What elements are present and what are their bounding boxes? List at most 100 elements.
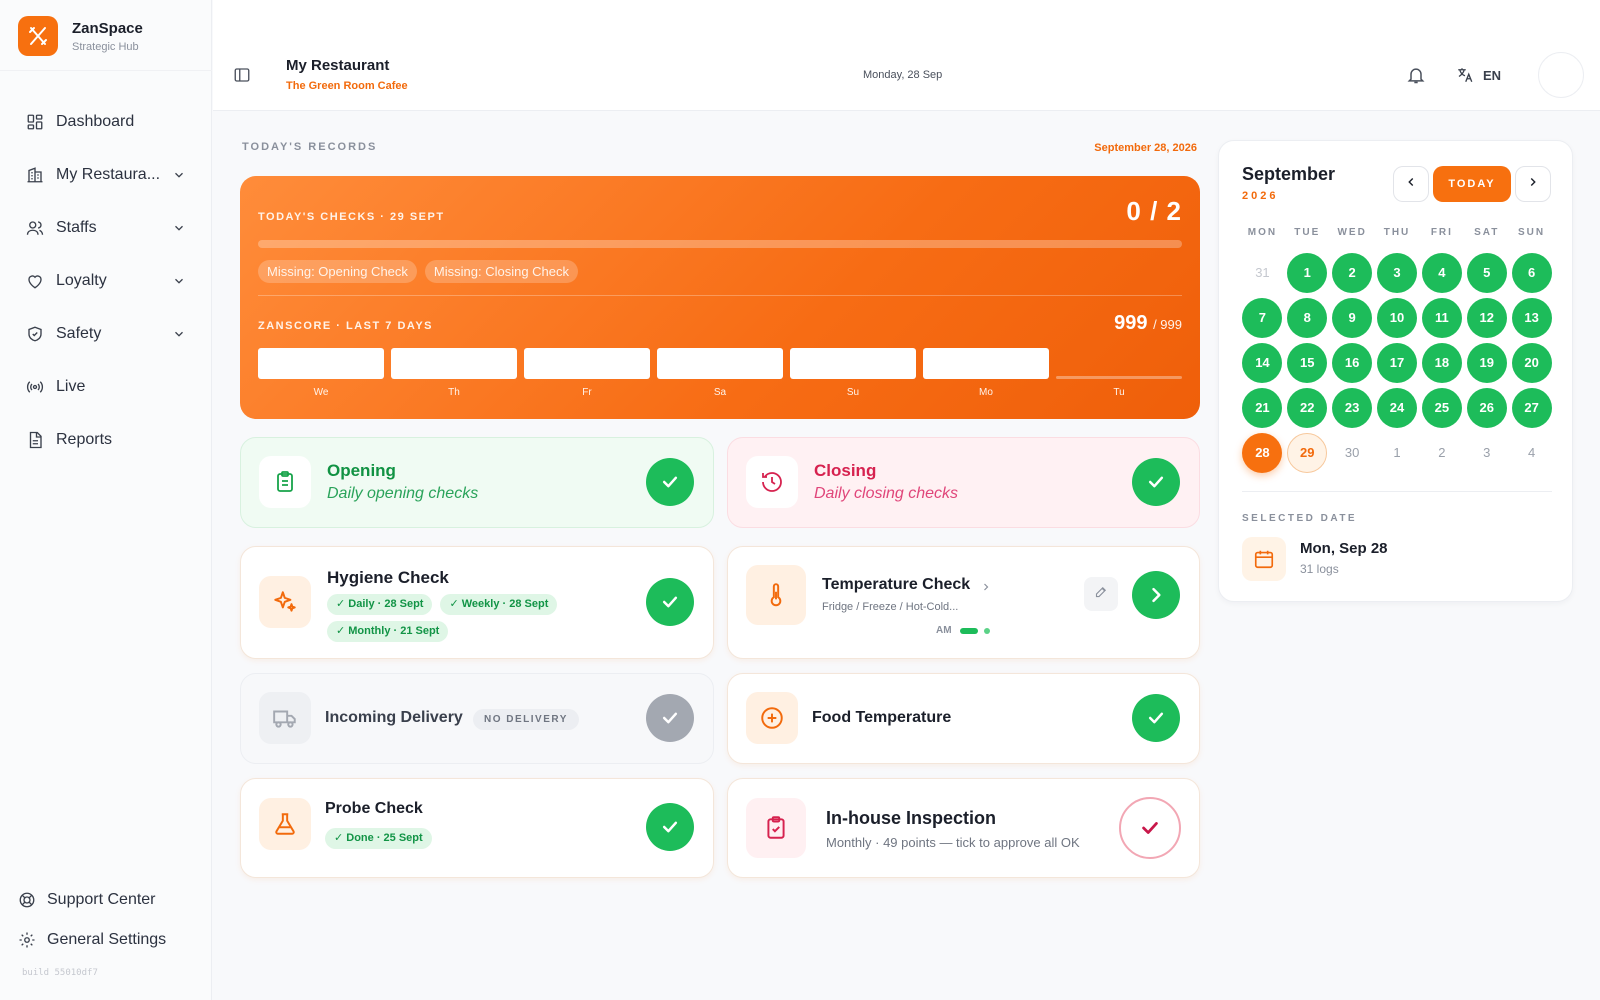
calendar-next-button[interactable] <box>1515 166 1551 202</box>
calendar-day[interactable]: 1 <box>1285 250 1330 295</box>
calendar-day[interactable]: 28 <box>1240 430 1285 475</box>
temperature-card[interactable]: Temperature Check Fridge / Freeze / Hot-… <box>727 546 1200 659</box>
zanscore-day-label: Sa <box>713 387 727 398</box>
sidebar-item-live[interactable]: Live <box>0 360 212 413</box>
calendar-day-number: 29 <box>1287 432 1328 473</box>
calendar-day[interactable]: 13 <box>1509 295 1554 340</box>
clipboard-icon <box>259 456 311 508</box>
records-heading: TODAY'S RECORDS <box>242 141 378 153</box>
calendar-day[interactable]: 21 <box>1240 385 1285 430</box>
sidebar-toggle-icon[interactable] <box>233 66 251 84</box>
language-switcher[interactable]: EN <box>1456 66 1501 84</box>
calendar-day[interactable]: 15 <box>1285 340 1330 385</box>
calendar-day[interactable]: 19 <box>1464 340 1509 385</box>
calendar-day[interactable]: 12 <box>1464 295 1509 340</box>
support-center-link[interactable]: Support Center <box>0 880 212 920</box>
sidebar-item-my-restaurant[interactable]: My Restaura... <box>0 148 212 201</box>
calendar-day[interactable]: 5 <box>1464 250 1509 295</box>
zanscore-day-bar <box>657 348 783 379</box>
selected-logs: 31 logs <box>1300 562 1339 576</box>
inspection-approve-button[interactable] <box>1119 797 1181 859</box>
inspection-card[interactable]: In-house Inspection Monthly · 49 points … <box>727 778 1200 878</box>
calendar-prev-button[interactable] <box>1393 166 1429 202</box>
calendar-panel: September 2026 TODAY MON TUE WED THU FRI SAT S… <box>1218 140 1573 602</box>
food-temperature-card[interactable]: Food Temperature <box>727 673 1200 764</box>
sidebar-item-loyalty[interactable]: Loyalty <box>0 254 212 307</box>
calendar-day[interactable]: 4 <box>1509 430 1554 475</box>
closing-check-button[interactable] <box>1132 458 1180 506</box>
calendar-day[interactable]: 9 <box>1330 295 1375 340</box>
brand[interactable]: ZanSpace Strategic Hub <box>18 16 143 56</box>
restaurant-name[interactable]: The Green Room Cafee <box>286 80 408 92</box>
calendar-day[interactable]: 16 <box>1330 340 1375 385</box>
top-header: My Restaurant The Green Room Cafee Monda… <box>213 0 1600 111</box>
calendar-day[interactable]: 22 <box>1285 385 1330 430</box>
sidebar-item-label: Live <box>56 377 86 395</box>
bell-icon[interactable] <box>1406 65 1426 85</box>
missing-chip[interactable]: Missing: Opening Check <box>258 260 417 283</box>
opening-card[interactable]: Opening Daily opening checks <box>240 437 714 528</box>
zanscore-day: Su <box>790 348 916 398</box>
calendar-week: 14 15 16 17 18 19 20 <box>1240 340 1554 385</box>
calendar-day[interactable]: 27 <box>1509 385 1554 430</box>
period-indicator-active <box>959 627 978 634</box>
heart-icon <box>26 272 44 290</box>
calendar-day[interactable]: 17 <box>1375 340 1420 385</box>
calendar-day-number: 15 <box>1287 342 1328 383</box>
calendar-day-number: 6 <box>1511 252 1552 293</box>
calendar-today-button[interactable]: TODAY <box>1433 166 1511 202</box>
calendar-day[interactable]: 30 <box>1330 430 1375 475</box>
closing-card[interactable]: Closing Daily closing checks <box>727 437 1200 528</box>
delivery-check-button[interactable] <box>646 694 694 742</box>
opening-check-button[interactable] <box>646 458 694 506</box>
calendar-day[interactable]: 29 <box>1285 430 1330 475</box>
sidebar-item-label: Staffs <box>56 218 97 236</box>
sidebar-item-reports[interactable]: Reports <box>0 413 212 466</box>
calendar-day[interactable]: 11 <box>1419 295 1464 340</box>
sidebar-item-dashboard[interactable]: Dashboard <box>0 95 212 148</box>
calendar-day[interactable]: 20 <box>1509 340 1554 385</box>
calendar-day[interactable]: 1 <box>1375 430 1420 475</box>
temperature-open-button[interactable] <box>1132 571 1180 619</box>
calendar-day[interactable]: 26 <box>1464 385 1509 430</box>
calendar-day[interactable]: 25 <box>1419 385 1464 430</box>
sidebar-item-staffs[interactable]: Staffs <box>0 201 212 254</box>
calendar-day[interactable]: 3 <box>1464 430 1509 475</box>
calendar-day[interactable]: 18 <box>1419 340 1464 385</box>
zanscore-day: Sa <box>657 348 783 398</box>
brand-logo-icon <box>18 16 58 56</box>
calendar-day-number: 10 <box>1377 297 1417 338</box>
calendar-day[interactable]: 4 <box>1419 250 1464 295</box>
delivery-card[interactable]: Incoming Delivery NO DELIVERY <box>240 673 714 764</box>
history-icon <box>746 456 798 508</box>
zanscore-day: We <box>258 348 384 398</box>
calendar-day[interactable]: 24 <box>1375 385 1420 430</box>
calendar-day[interactable]: 2 <box>1419 430 1464 475</box>
calendar-day[interactable]: 10 <box>1375 295 1420 340</box>
zanscore-day-bar <box>923 348 1049 379</box>
calendar-day[interactable]: 23 <box>1330 385 1375 430</box>
zanscore-number: 999 <box>1114 312 1148 334</box>
probe-check-button[interactable] <box>646 803 694 851</box>
calendar-day[interactable]: 14 <box>1240 340 1285 385</box>
missing-chip[interactable]: Missing: Closing Check <box>424 260 579 283</box>
avatar[interactable] <box>1538 52 1584 98</box>
calendar-day[interactable]: 3 <box>1375 250 1420 295</box>
calendar-day-number: 4 <box>1527 445 1536 460</box>
sidebar-item-safety[interactable]: Safety <box>0 307 212 360</box>
calendar-day[interactable]: 31 <box>1240 250 1285 295</box>
shield-icon <box>26 325 44 343</box>
dashboard-icon <box>26 113 44 131</box>
probe-card[interactable]: Probe Check ✓ Done · 25 Sept <box>240 778 714 878</box>
food-temperature-check-button[interactable] <box>1132 694 1180 742</box>
calendar-day[interactable]: 8 <box>1285 295 1330 340</box>
calendar-day[interactable]: 7 <box>1240 295 1285 340</box>
building-icon <box>26 166 44 184</box>
hygiene-card[interactable]: Hygiene Check ✓ Daily · 28 Sept ✓ Weekly … <box>240 546 714 659</box>
hygiene-check-button[interactable] <box>646 578 694 626</box>
calendar-day[interactable]: 6 <box>1509 250 1554 295</box>
edit-button[interactable] <box>1084 577 1118 611</box>
calendar-day[interactable]: 2 <box>1330 250 1375 295</box>
general-settings-link[interactable]: General Settings <box>0 920 212 960</box>
sidebar-bottom: Support Center General Settings <box>0 880 212 960</box>
